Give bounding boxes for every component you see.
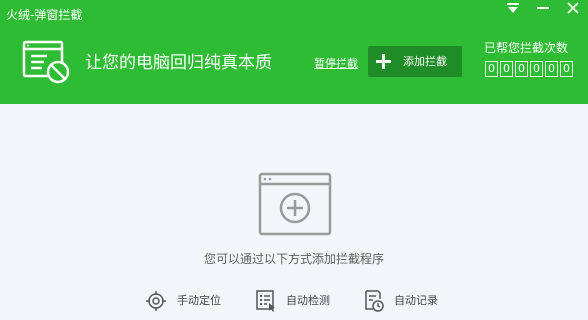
counter-digit: 0 — [530, 61, 543, 77]
auto-record-button[interactable]: 自动记录 — [364, 290, 444, 312]
empty-hint-text: 您可以通过以下方式添加拦截程序 — [203, 252, 384, 266]
counter-digit: 0 — [560, 61, 573, 77]
counter-digit: 0 — [485, 61, 498, 77]
minimize-icon — [537, 7, 549, 9]
menu-dropdown-icon — [507, 3, 519, 13]
slogan-text: 让您的电脑回归纯真本质 — [85, 53, 272, 73]
manual-locate-button[interactable]: 手动定位 — [146, 290, 226, 312]
block-count-label: 已帮您拦截次数 — [484, 41, 569, 55]
minimize-button[interactable] — [528, 0, 558, 16]
empty-window-plus-icon — [258, 172, 332, 236]
auto-record-label: 自动记录 — [394, 294, 438, 307]
add-block-button[interactable]: 添加拦截 — [368, 46, 462, 77]
add-block-label: 添加拦截 — [403, 55, 447, 68]
popup-block-logo-icon — [22, 40, 70, 84]
auto-detect-label: 自动检测 — [286, 294, 330, 307]
manual-locate-label: 手动定位 — [177, 294, 221, 307]
close-icon — [567, 2, 579, 14]
menu-button[interactable] — [498, 0, 528, 16]
header-bar: 火绒-弹窗拦截 让您的电脑回归纯真本质 暂停拦截 添加拦截 已帮您拦截次数 0 … — [0, 0, 588, 104]
plus-icon — [376, 54, 391, 69]
block-count-counter: 0 0 0 0 0 0 — [485, 61, 573, 77]
counter-digit: 0 — [515, 61, 528, 77]
clock-document-icon — [365, 290, 384, 312]
scan-list-icon — [256, 290, 275, 312]
counter-digit: 0 — [545, 61, 558, 77]
close-button[interactable] — [558, 0, 588, 16]
auto-detect-button[interactable]: 自动检测 — [256, 290, 336, 312]
pause-blocking-link[interactable]: 暂停拦截 — [314, 57, 358, 71]
window-title: 火绒-弹窗拦截 — [6, 8, 83, 22]
crosshair-icon — [146, 291, 166, 311]
counter-digit: 0 — [500, 61, 513, 77]
